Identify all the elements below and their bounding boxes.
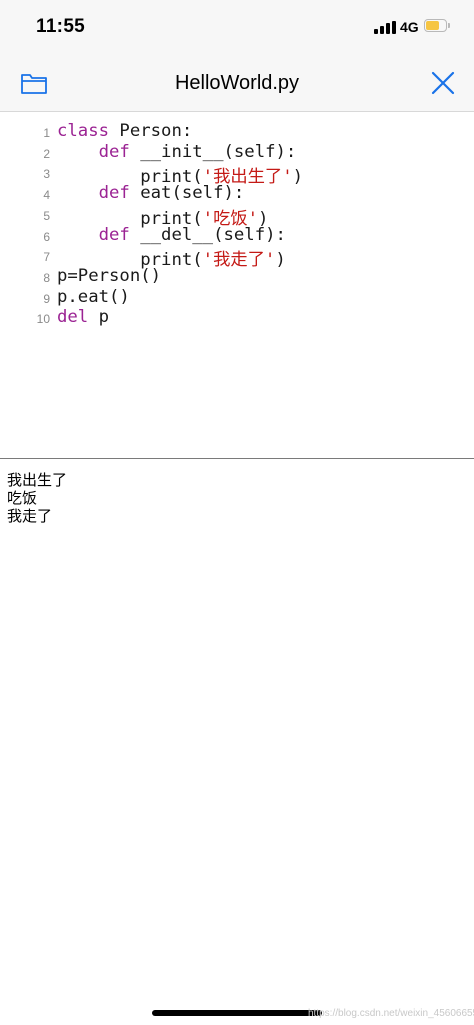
keyword-token: def — [98, 183, 130, 204]
code-line[interactable]: 10 del p — [0, 307, 474, 328]
keyword-token: del — [57, 307, 89, 328]
battery-icon — [424, 19, 451, 34]
line-number: 1 — [43, 126, 50, 140]
line-number: 4 — [43, 188, 50, 203]
keyword-token: def — [98, 141, 130, 162]
line-number: 8 — [43, 270, 50, 285]
code-token: p=Person() — [57, 265, 162, 286]
line-number: 7 — [43, 250, 50, 265]
code-line[interactable]: 8 p=Person() — [0, 266, 474, 287]
home-indicator[interactable] — [152, 1010, 322, 1016]
file-title: HelloWorld.py — [174, 72, 300, 94]
code-text: def eat(self): — [57, 183, 245, 204]
code-editor[interactable]: 1 class Person: 2 def __init__(self): 3 pri… — [0, 112, 474, 458]
code-token: p.eat() — [57, 286, 130, 307]
code-token: Person: — [109, 121, 193, 141]
line-number: 2 — [43, 146, 50, 161]
code-text: def __init__(self): — [57, 141, 297, 162]
close-button[interactable] — [430, 70, 456, 96]
console-output: 我出生了 吃饭 我走了 — [0, 459, 474, 1019]
status-bar: 11:55 4G — [0, 0, 474, 56]
code-token: eat(self): — [129, 183, 245, 204]
code-text: p=Person() — [57, 266, 161, 286]
code-text: p.eat() — [57, 287, 130, 307]
console-line: 我走了 — [7, 508, 53, 525]
keyword-token: def — [98, 224, 130, 245]
line-number: 5 — [43, 208, 50, 223]
code-line[interactable]: 6 def __del__(self): — [0, 225, 474, 246]
code-token: p — [88, 307, 110, 328]
code-token: __del__(self): — [129, 224, 286, 245]
watermark-text: https://blog.csdn.net/weixin_45606655 — [308, 1008, 474, 1019]
code-line[interactable]: 1 class Person: — [0, 121, 474, 142]
code-text: def __del__(self): — [57, 225, 286, 245]
status-time: 11:55 — [36, 16, 86, 37]
code-line[interactable]: 7 print('我走了') — [0, 245, 474, 270]
line-number: 3 — [43, 167, 50, 182]
code-text: class Person: — [57, 121, 192, 141]
line-number: 10 — [36, 312, 50, 327]
line-number: 9 — [43, 291, 50, 306]
folder-icon — [21, 74, 47, 94]
code-line[interactable]: 2 def __init__(self): — [0, 142, 474, 163]
code-line[interactable]: 9 p.eat() — [0, 287, 474, 308]
code-token: __init__(self): — [129, 141, 297, 162]
cellular-signal-icon — [374, 21, 398, 34]
code-line[interactable]: 3 print('我出生了') — [0, 162, 474, 187]
keyword-token: class — [57, 121, 110, 141]
code-text: del p — [57, 307, 109, 327]
close-icon — [431, 71, 455, 95]
code-line[interactable]: 5 print('吃饭') — [0, 204, 474, 229]
nav-bar: HelloWorld.py — [0, 56, 474, 112]
network-type: 4G — [400, 19, 419, 35]
line-number: 6 — [43, 229, 50, 244]
folder-button[interactable] — [20, 71, 48, 95]
code-line[interactable]: 4 def eat(self): — [0, 183, 474, 204]
